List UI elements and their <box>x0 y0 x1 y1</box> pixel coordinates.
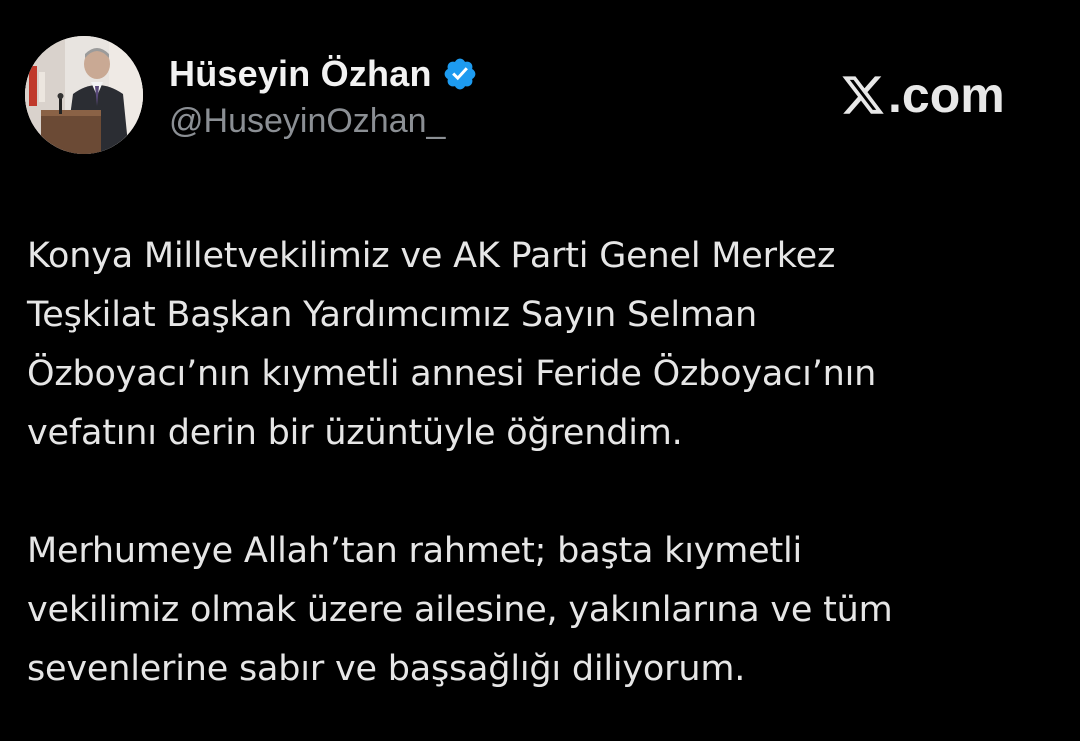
author-handle[interactable]: @HuseyinOzhan_ <box>169 102 478 141</box>
tweet-line: Teşkilat Başkan Yardımcımız Sayın Selman <box>27 295 758 335</box>
tweet-paragraph: Merhumeye Allah’tan rahmet; başta kıymet… <box>27 522 1057 699</box>
x-brand-watermark: .com <box>840 68 1005 122</box>
display-name[interactable]: Hüseyin Özhan <box>169 53 432 95</box>
tweet-line: Özboyacı’nın kıymetli annesi Feride Özbo… <box>27 354 877 394</box>
verified-badge-icon <box>442 56 478 92</box>
avatar[interactable] <box>25 36 143 154</box>
tweet-line: sevenlerine sabır ve başsağlığı diliyoru… <box>27 649 746 689</box>
tweet-body: Konya Milletvekilimiz ve AK Parti Genel … <box>27 227 1057 699</box>
brand-domain-text: .com <box>888 67 1005 123</box>
tweet-paragraph: Konya Milletvekilimiz ve AK Parti Genel … <box>27 227 1057 463</box>
author-identity: Hüseyin Özhan @HuseyinOzhan_ <box>169 50 478 141</box>
tweet-card: Hüseyin Özhan @HuseyinOzhan_ .com Konya … <box>0 0 1080 741</box>
name-row: Hüseyin Özhan <box>169 50 478 98</box>
avatar-image <box>25 36 143 154</box>
tweet-header: Hüseyin Özhan @HuseyinOzhan_ <box>25 36 478 154</box>
tweet-line: Merhumeye Allah’tan rahmet; başta kıymet… <box>27 531 803 571</box>
tweet-line: Konya Milletvekilimiz ve AK Parti Genel … <box>27 236 836 276</box>
tweet-line: vekilimiz olmak üzere ailesine, yakınlar… <box>27 590 893 630</box>
tweet-line: vefatını derin bir üzüntüyle öğrendim. <box>27 413 683 453</box>
x-logo-icon <box>840 72 886 118</box>
